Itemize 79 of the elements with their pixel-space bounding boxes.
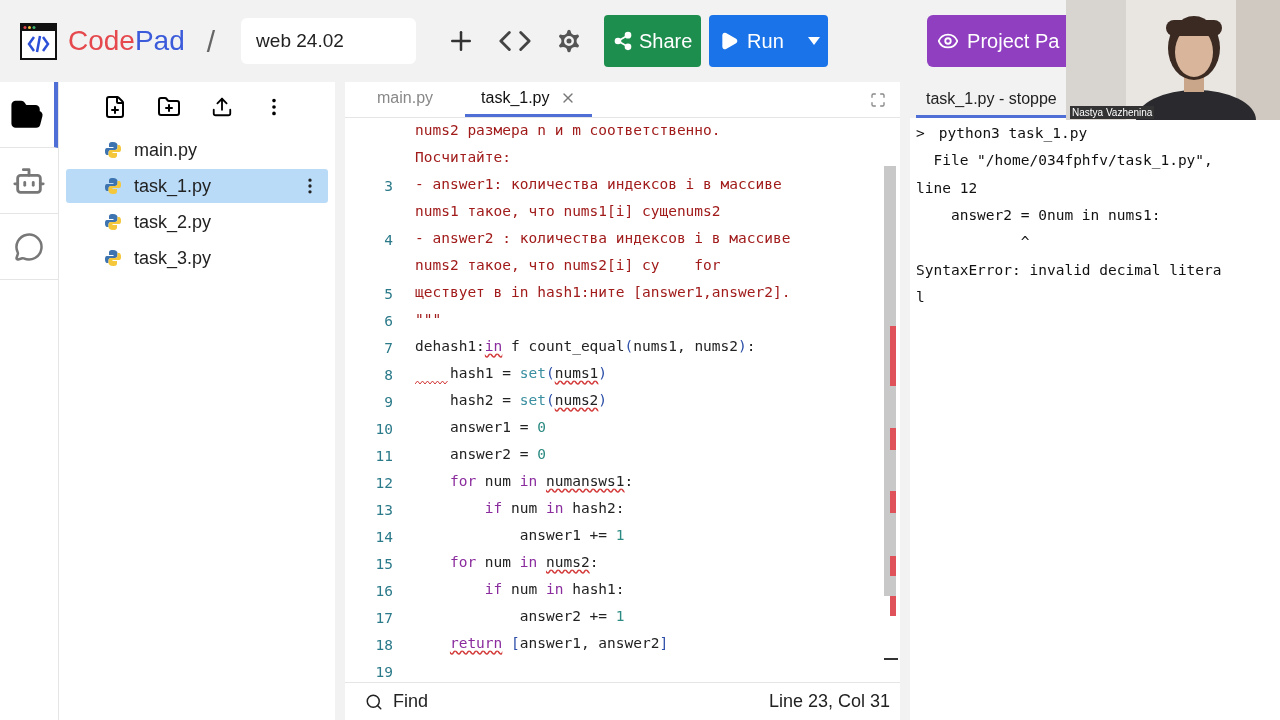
cursor-position: Line 23, Col 31: [768, 690, 890, 713]
file-name: task_2.py: [134, 210, 213, 235]
line-number: 7: [383, 338, 393, 358]
file-name: task_3.py: [134, 246, 213, 271]
play-icon: [719, 31, 740, 51]
file-item[interactable]: task_3.py: [66, 241, 328, 275]
file-item[interactable]: task_1.py: [66, 169, 328, 203]
project-page-button[interactable]: Project Pa: [927, 15, 1068, 67]
terminal-line: ^: [1019, 233, 1030, 253]
prompt-symbol: >: [916, 123, 925, 143]
tab-label: main.py: [377, 87, 434, 108]
python-icon: [104, 249, 122, 267]
file-item[interactable]: main.py: [66, 133, 328, 167]
video-caption: Nastya Vazhenina: [1070, 106, 1155, 119]
line-number: 19: [374, 662, 393, 682]
line-number: 3: [383, 176, 393, 196]
path-separator: /: [206, 23, 216, 60]
line-number: 13: [374, 500, 393, 520]
new-file-icon[interactable]: [103, 95, 127, 119]
run-button[interactable]: Run: [709, 15, 829, 67]
line-number: 5: [383, 284, 393, 304]
python-icon: [104, 213, 122, 231]
code-line: Посчитайте:: [415, 148, 512, 167]
code-line: """: [415, 310, 442, 329]
code-line: return [answer1, answer2]: [448, 634, 669, 653]
terminal-line: File "/home/034fphfv/task_1.py",: [932, 151, 1213, 171]
terminal-line: SyntaxError: invalid decimal litera: [916, 260, 1222, 280]
code-line: answer1 = 0: [448, 418, 546, 437]
terminal-line: answer2 = 0num in nums1:: [949, 206, 1161, 225]
terminal-line: l: [916, 288, 925, 308]
project-name-field[interactable]: web 24.02: [241, 18, 417, 64]
line-number: 15: [374, 554, 393, 574]
code-line: dehash1:in f count_equal(nums1, nums2):: [415, 337, 756, 357]
code-line: nums2 такое, что nums2[i] су for: [415, 256, 721, 275]
caret-icon: [807, 37, 820, 45]
code-line: for num in numansws1:: [448, 472, 634, 491]
terminal-line: python3 task_1.py: [938, 123, 1088, 144]
code-line: if num in hash2:: [483, 499, 625, 518]
code-line: if num in hash1:: [483, 580, 625, 599]
terminal-line: line 12: [916, 178, 978, 198]
line-number: 11: [374, 446, 393, 466]
share-icon: [612, 31, 633, 51]
line-number: 14: [374, 527, 393, 547]
logo-text: CodePad: [68, 24, 185, 58]
line-number: 6: [383, 311, 393, 331]
editor-tab[interactable]: main.py: [361, 81, 450, 117]
upload-icon[interactable]: [211, 96, 233, 118]
code-line: hash1 = set(nums1): [415, 363, 608, 386]
line-number: 12: [374, 473, 393, 493]
logo-icon: [20, 22, 57, 60]
line-number: 17: [374, 608, 393, 628]
new-folder-icon[interactable]: [157, 95, 181, 119]
code-line: ществует в in hash1:ните [answer1,answer2].: [415, 283, 791, 302]
file-name: main.py: [134, 138, 199, 162]
editor-tab[interactable]: task_1.py: [465, 81, 592, 117]
chat-icon: [14, 231, 44, 262]
line-number: 4: [383, 230, 393, 250]
line-number: 10: [374, 419, 393, 439]
code-line: for num in nums2:: [448, 553, 599, 572]
code-line: - answer2 : количества индексов i в массиве: [415, 229, 791, 248]
code-line: nums1 такое, что nums1[i] сущеnums2: [415, 202, 721, 221]
code-line: answer2 = 0: [448, 445, 546, 464]
file-name: task_1.py: [134, 174, 213, 199]
code-line: answer1 += 1: [518, 526, 625, 545]
line-number: 16: [374, 581, 393, 601]
search-icon[interactable]: [365, 692, 383, 711]
line-number: 9: [383, 392, 393, 412]
python-icon: [104, 177, 122, 195]
find-button[interactable]: Find: [393, 688, 769, 715]
tab-label: task_1.py: [481, 87, 550, 108]
share-button[interactable]: Share: [604, 15, 702, 67]
line-number: 8: [383, 365, 393, 385]
code-line: hash2 = set(nums2): [448, 391, 608, 410]
code-line: nums2 размера n и m соответственно.: [415, 121, 721, 140]
line-number: 18: [374, 635, 393, 655]
python-icon: [104, 141, 122, 159]
code-line: answer2 += 1: [518, 607, 625, 626]
file-item[interactable]: task_2.py: [66, 205, 328, 239]
code-line: - answer1: количества индексов i в массиве: [415, 175, 782, 194]
